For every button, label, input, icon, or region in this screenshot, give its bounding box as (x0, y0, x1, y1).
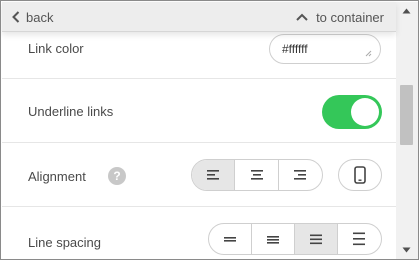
underline-links-label: Underline links (28, 104, 114, 119)
link-color-input[interactable]: #ffffff (269, 34, 381, 64)
spacing-compact-icon (224, 237, 236, 242)
settings-content: Link color #ffffff Underline links Align… (2, 31, 396, 259)
spacing-normal-icon (310, 234, 322, 245)
spacing-tight-icon (267, 236, 279, 244)
help-icon[interactable]: ? (108, 167, 126, 185)
spacing-wide-button[interactable] (338, 224, 381, 254)
line-spacing-label: Line spacing (28, 235, 101, 250)
line-spacing-segmented-control (208, 223, 382, 255)
spacing-tight-button[interactable] (252, 224, 295, 254)
alignment-segmented-control (191, 159, 323, 191)
back-button[interactable]: back (12, 8, 53, 26)
mobile-view-button[interactable] (338, 159, 382, 191)
alignment-label: Alignment (28, 169, 86, 184)
mobile-phone-icon (354, 166, 366, 184)
link-color-value: #ffffff (282, 42, 308, 56)
link-color-label: Link color (28, 41, 84, 56)
spacing-wide-icon (353, 232, 366, 246)
scrollbar-thumb[interactable] (400, 85, 413, 145)
link-color-row: Link color #ffffff (2, 31, 396, 79)
align-center-icon (250, 170, 263, 180)
underline-links-toggle[interactable] (322, 95, 382, 129)
resize-grip-icon (365, 50, 372, 57)
settings-panel: back to container Link color #ffffff Und… (0, 0, 419, 260)
line-spacing-row: Line spacing (2, 207, 396, 259)
back-label: back (26, 9, 54, 25)
scroll-down-arrow-icon[interactable] (402, 247, 411, 253)
align-right-button[interactable] (279, 160, 322, 190)
underline-links-row: Underline links (2, 79, 396, 143)
align-center-button[interactable] (235, 160, 279, 190)
toggle-knob (351, 98, 379, 126)
scroll-up-arrow-icon[interactable] (402, 8, 411, 14)
to-container-button[interactable]: to container (296, 8, 384, 26)
panel-topbar: back to container (2, 2, 396, 32)
chevron-up-icon (296, 13, 308, 21)
alignment-row: Alignment ? (2, 143, 396, 207)
spacing-compact-button[interactable] (209, 224, 252, 254)
spacing-normal-button[interactable] (295, 224, 338, 254)
align-left-button[interactable] (192, 160, 236, 190)
to-container-label: to container (316, 9, 384, 25)
vertical-scrollbar[interactable] (396, 2, 418, 259)
chevron-left-icon (12, 11, 20, 23)
align-left-icon (207, 170, 220, 180)
align-right-icon (294, 170, 307, 180)
